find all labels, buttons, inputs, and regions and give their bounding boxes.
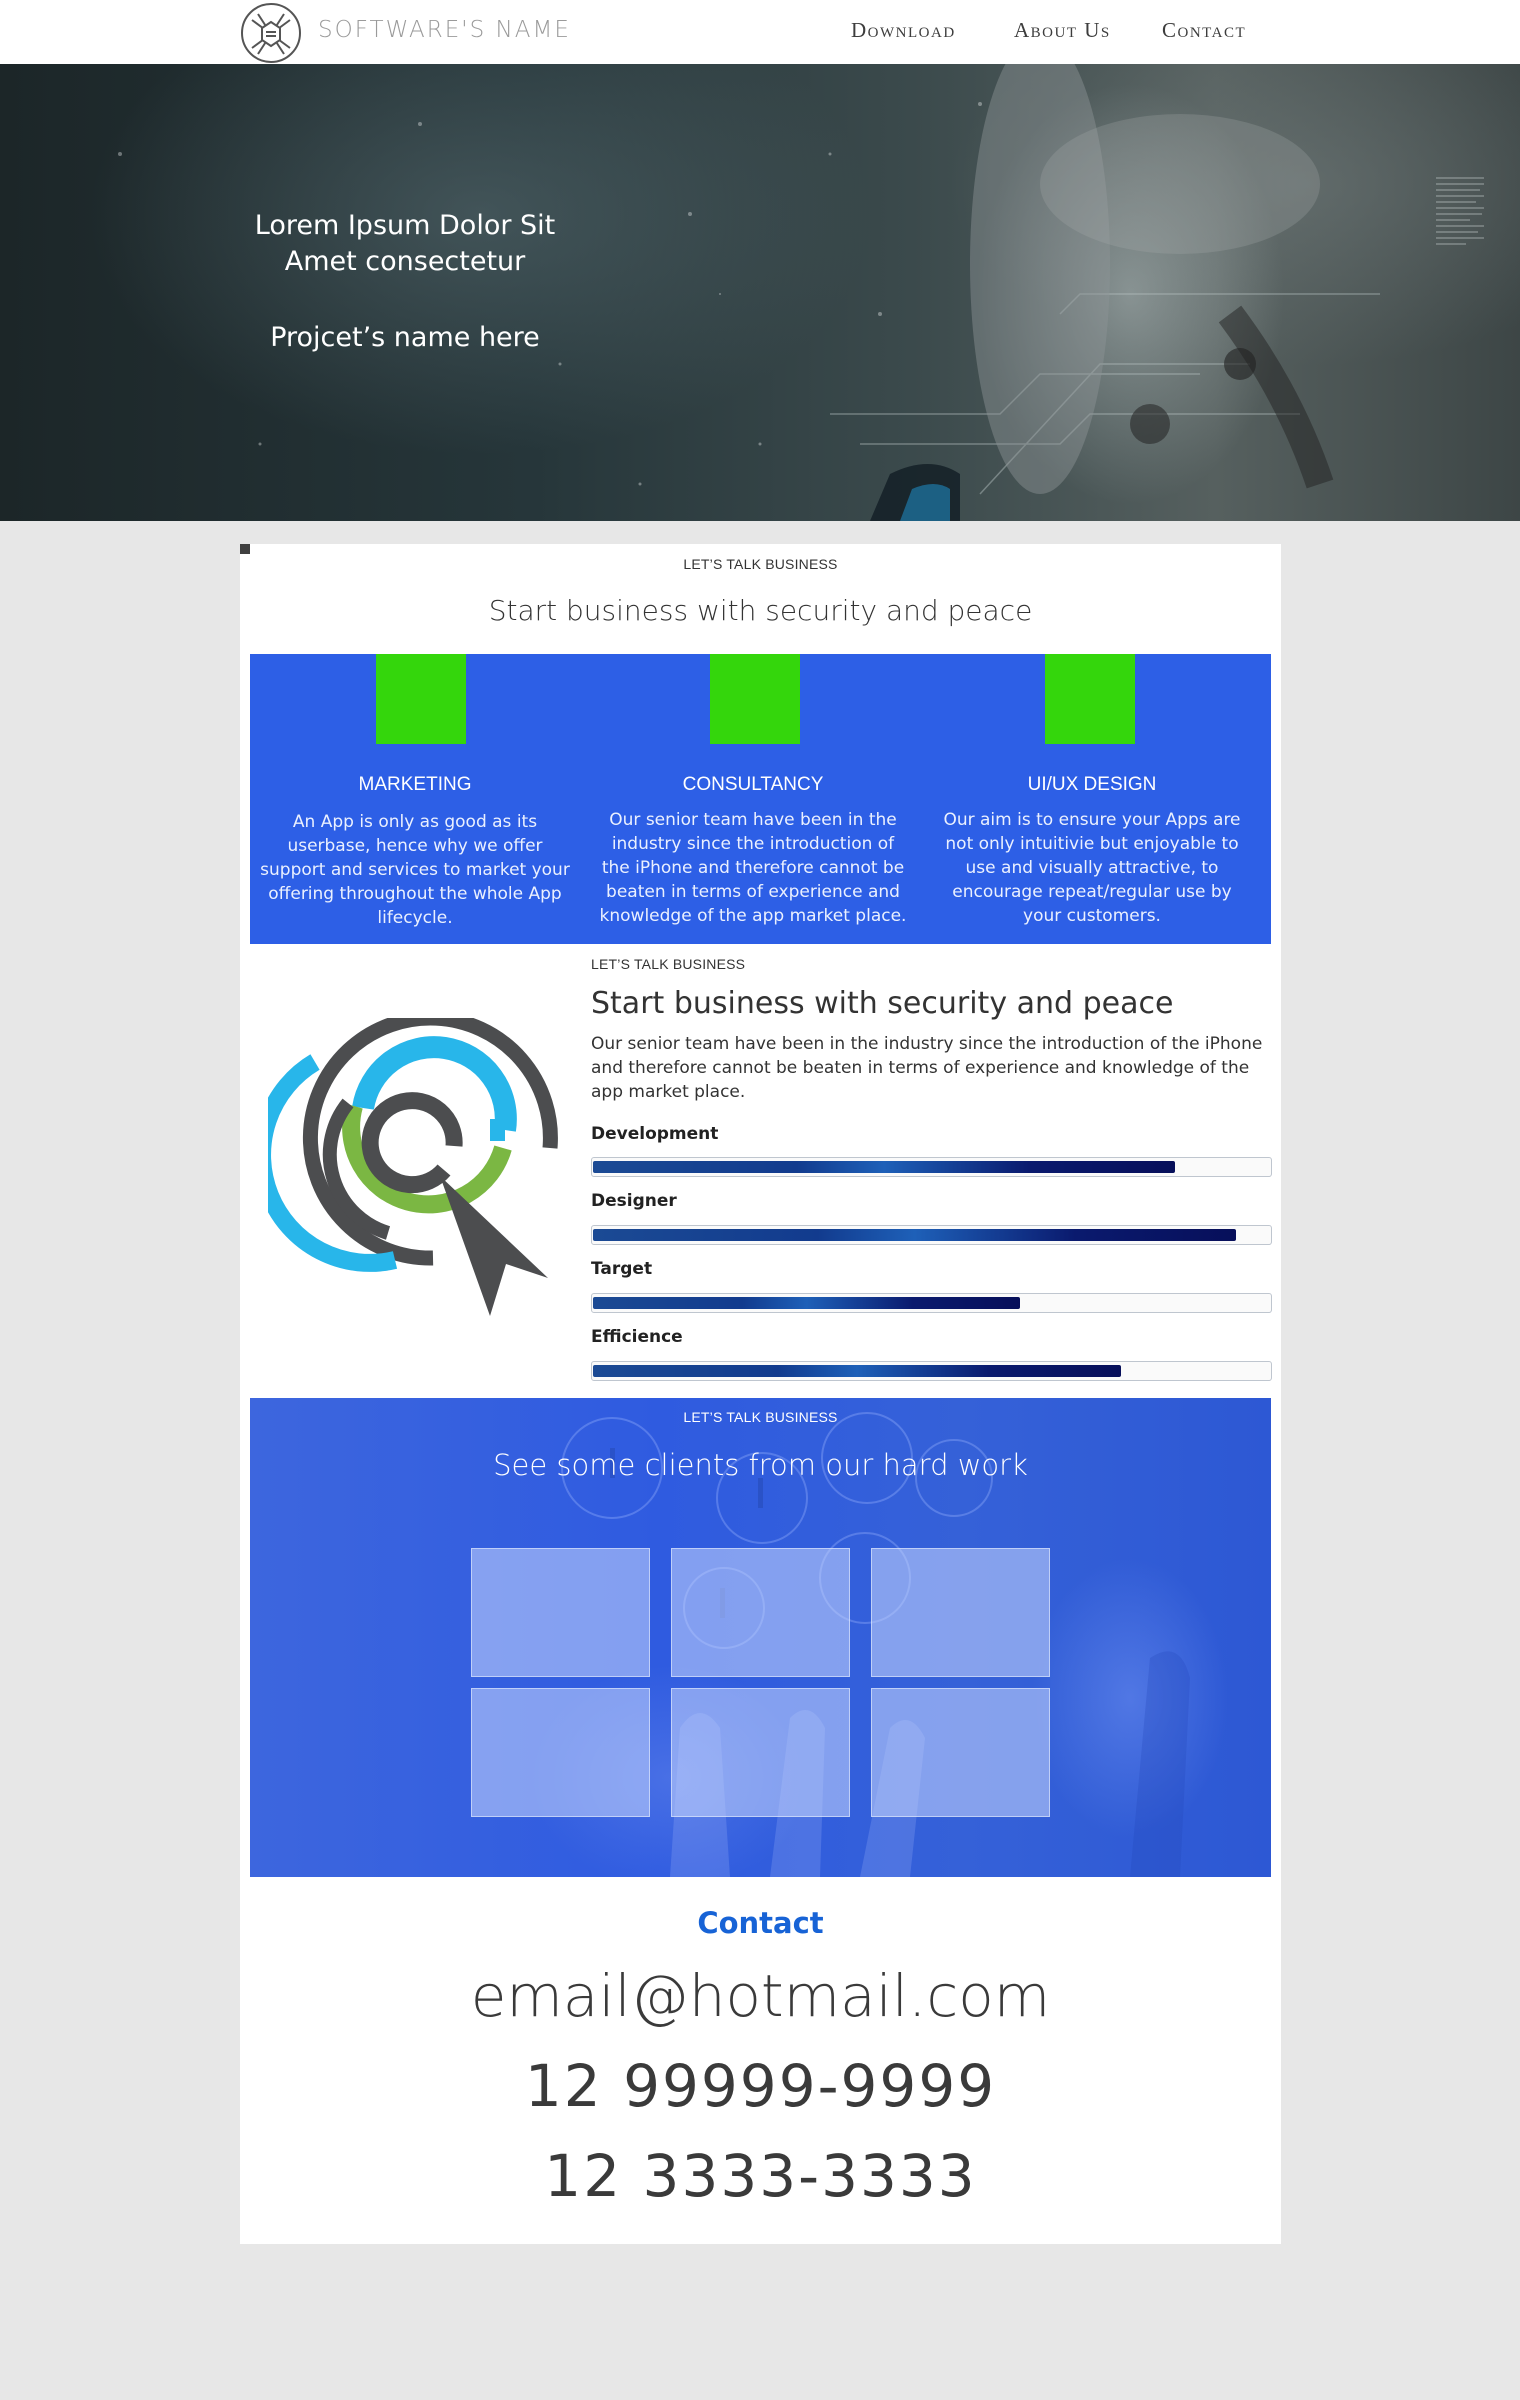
- about-body-text: Our senior team have been in the industr…: [591, 1034, 1263, 1102]
- target-cursor-icon: [268, 1018, 558, 1316]
- logo-icon[interactable]: [238, 0, 304, 64]
- about-title: Start business with security and peace: [591, 986, 1174, 1021]
- client-logo-tile[interactable]: [871, 1688, 1050, 1817]
- contact-heading: Contact: [697, 1906, 824, 1940]
- skill-label-efficience: Efficience: [591, 1327, 683, 1347]
- service-description: Our senior team have been in the industr…: [599, 810, 907, 926]
- hero-headline-line-2: Amet consectetur: [284, 246, 526, 277]
- service-title: CONSULTANCY: [682, 774, 824, 795]
- hero-headline-line-1: Lorem Ipsum Dolor Sit: [254, 210, 556, 241]
- top-navigation-bar: SOFTWARE'S NAME Download About Us Contac…: [0, 0, 1520, 64]
- service-consultancy-icon: [710, 654, 800, 744]
- client-logo-tile[interactable]: [671, 1548, 850, 1677]
- contact-email[interactable]: email@hotmail.com: [240, 1962, 1281, 2030]
- corner-marker: [240, 544, 250, 554]
- nav-download[interactable]: Download: [851, 18, 956, 43]
- clients-section: LET’S TALK BUSINESS See some clients fro…: [250, 1398, 1271, 1877]
- about-eyebrow: LET’S TALK BUSINESS: [591, 956, 746, 972]
- service-description: An App is only as good as its userbase, …: [260, 812, 570, 928]
- service-consultancy: CONSULTANCY Our senior team have been in…: [588, 654, 918, 944]
- client-logo-tile[interactable]: [471, 1548, 650, 1677]
- nav-about-us[interactable]: About Us: [1014, 18, 1111, 43]
- skill-label-target: Target: [591, 1259, 653, 1279]
- nav-contact[interactable]: Contact: [1162, 18, 1246, 43]
- intro-title: Start business with security and peace: [488, 594, 1033, 627]
- skill-label-development: Development: [591, 1124, 719, 1144]
- skill-bar-target: [591, 1293, 1272, 1313]
- intro-eyebrow: LET’S TALK BUSINESS: [683, 556, 838, 572]
- service-description: Our aim is to ensure your Apps are not o…: [943, 810, 1241, 926]
- clients-eyebrow: LET’S TALK BUSINESS: [683, 1409, 838, 1425]
- service-title: UI/UX DESIGN: [1027, 774, 1157, 795]
- skill-bar-development: [591, 1157, 1272, 1177]
- client-logo-tile[interactable]: [471, 1688, 650, 1817]
- skill-bar-fill: [593, 1297, 1020, 1309]
- hero-background-image: [118, 64, 1484, 521]
- skill-bar-designer: [591, 1225, 1272, 1245]
- services-section: MARKETING An App is only as good as its …: [250, 654, 1271, 944]
- skill-bar-fill: [593, 1229, 1236, 1241]
- hero-banner: Lorem Ipsum Dolor Sit Amet consectetur P…: [0, 64, 1520, 521]
- contact-phone-2[interactable]: 12 3333-3333: [240, 2142, 1281, 2210]
- skill-bar-fill: [593, 1161, 1175, 1173]
- brand-name[interactable]: SOFTWARE'S NAME: [318, 17, 571, 43]
- service-title: MARKETING: [358, 774, 472, 795]
- service-marketing-icon: [376, 654, 466, 744]
- hero-project-name: Projcet’s name here: [270, 322, 540, 353]
- service-uiux-design: UI/UX DESIGN Our aim is to ensure your A…: [927, 654, 1257, 944]
- skill-label-designer: Designer: [591, 1191, 677, 1211]
- skill-bar-efficience: [591, 1361, 1272, 1381]
- skill-bar-fill: [593, 1365, 1121, 1377]
- client-logo-tile[interactable]: [871, 1548, 1050, 1677]
- client-logo-tile[interactable]: [671, 1688, 850, 1817]
- service-uiux-icon: [1045, 654, 1135, 744]
- clients-title: See some clients from our hard work: [493, 1448, 1028, 1482]
- contact-phone-1[interactable]: 12 99999-9999: [240, 2052, 1281, 2120]
- service-marketing: MARKETING An App is only as good as its …: [250, 654, 580, 944]
